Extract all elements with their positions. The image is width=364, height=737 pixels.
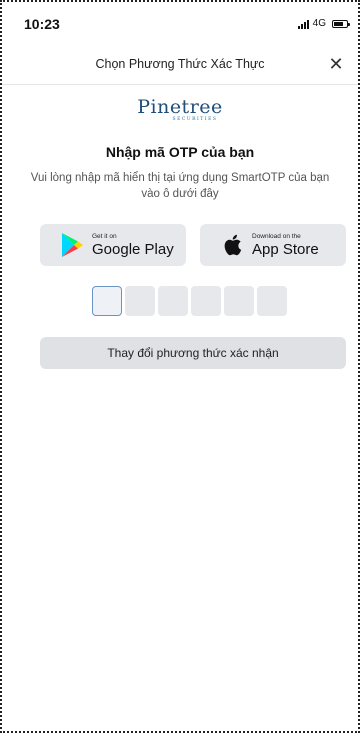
otp-digit-input[interactable] <box>92 286 122 316</box>
battery-icon <box>332 19 350 28</box>
google-play-big-label: Google Play <box>92 240 174 258</box>
otp-digit-input[interactable] <box>257 286 287 316</box>
app-store-small-label: Download on the <box>252 232 301 240</box>
google-play-button[interactable]: Get it on Google Play <box>40 224 186 266</box>
otp-digit-input[interactable] <box>125 286 155 316</box>
app-store-button[interactable]: Download on the App Store <box>200 224 346 266</box>
otp-digit-input[interactable] <box>191 286 221 316</box>
signal-icon <box>297 19 309 29</box>
brand-name: Pinetree <box>137 96 223 118</box>
otp-input-group <box>92 286 287 316</box>
brand-logo-area: Pinetree SECURITIES <box>2 96 358 125</box>
brand-logo: Pinetree SECURITIES <box>137 96 223 122</box>
page-title: Chọn Phương Thức Xác Thực <box>95 57 265 71</box>
apple-icon <box>218 231 246 259</box>
otp-digit-input[interactable] <box>158 286 188 316</box>
phone-frame: 10:23 4G Chọn Phương Thức Xác Thực ✕ Pin… <box>0 0 360 733</box>
otp-description: Vui lòng nhập mã hiển thị tại ứng dụng S… <box>30 172 330 200</box>
google-play-small-label: Get it on <box>92 232 117 240</box>
header: Chọn Phương Thức Xác Thực ✕ <box>2 46 358 85</box>
google-play-icon <box>58 231 86 259</box>
status-bar: 10:23 4G <box>2 2 358 42</box>
close-icon: ✕ <box>328 53 344 74</box>
status-indicators: 4G <box>297 18 350 29</box>
change-method-button[interactable]: Thay đổi phương thức xác nhận <box>40 337 346 369</box>
brand-sub: SECURITIES <box>172 117 218 122</box>
close-button[interactable]: ✕ <box>324 52 348 76</box>
status-time: 10:23 <box>24 16 60 32</box>
otp-digit-input[interactable] <box>224 286 254 316</box>
otp-title: Nhập mã OTP của bạn <box>105 144 255 160</box>
network-label: 4G <box>312 18 326 29</box>
app-store-big-label: App Store <box>252 240 319 258</box>
